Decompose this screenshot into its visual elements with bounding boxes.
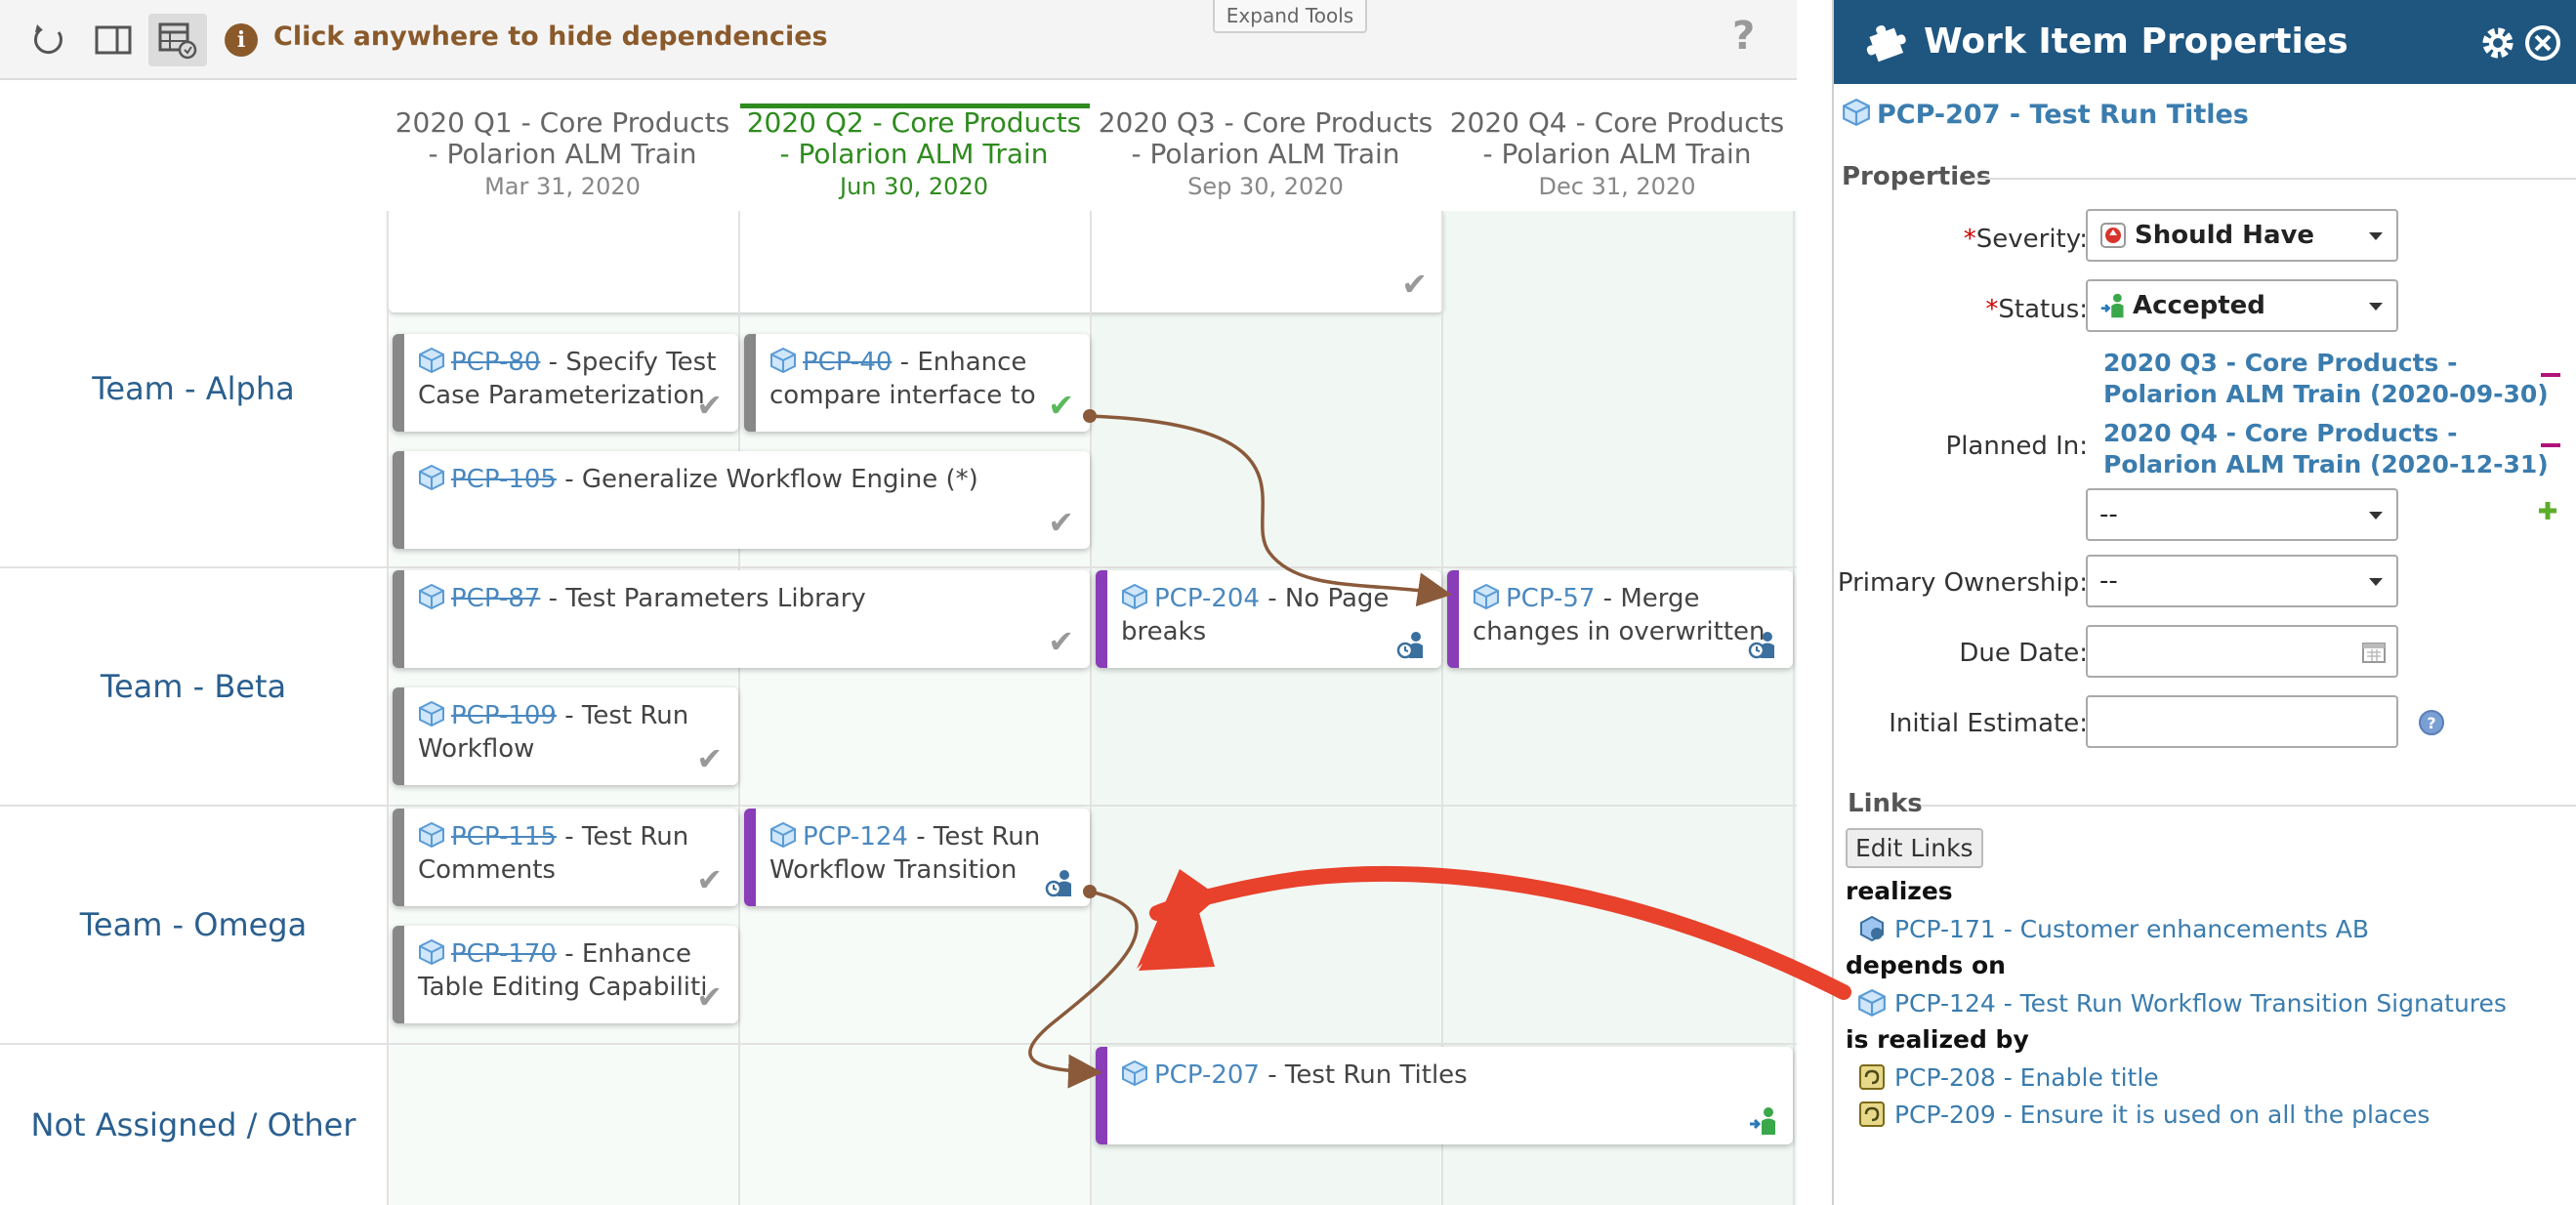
task-icon (1859, 1064, 1885, 1090)
due-date-label: Due Date: (1959, 639, 2088, 668)
column-title: 2020 Q3 - Core Products - Polarion ALM T… (1098, 106, 1433, 170)
chevron-down-icon (2369, 578, 2383, 586)
toggle-sidebar-button[interactable] (84, 14, 143, 66)
table-dependencies-icon (158, 22, 197, 60)
column-date: Sep 30, 2020 (1187, 173, 1344, 200)
dependencies-view-button[interactable] (148, 14, 207, 66)
expand-tools-button[interactable]: Expand Tools (1213, 0, 1367, 33)
column-header-q3[interactable]: 2020 Q3 - Core Products - Polarion ALM T… (1090, 107, 1441, 202)
panel-header: Work Item Properties (1834, 0, 2576, 84)
severity-label-text: Severity: (1975, 225, 2088, 254)
sidebar-panel-icon (95, 25, 132, 55)
depends-on-link[interactable]: PCP-124 - Test Run Workflow Transition S… (1857, 988, 2507, 1018)
chevron-down-icon (2369, 512, 2383, 519)
severity-select[interactable]: Should Have (2086, 209, 2398, 262)
column-header-q4[interactable]: 2020 Q4 - Core Products - Polarion ALM T… (1441, 107, 1793, 202)
realizes-label: realizes (1846, 877, 1953, 905)
planned-in-label: Planned In: (1945, 432, 2088, 461)
info-icon: i (225, 23, 258, 57)
close-icon[interactable] (2523, 23, 2562, 62)
severity-label: *Severity: (1963, 225, 2088, 254)
primary-ownership-select[interactable]: -- (2086, 555, 2398, 607)
accepted-status-icon (2100, 293, 2124, 318)
planned-in-select-value: -- (2099, 500, 2118, 529)
task-icon (1859, 1101, 1885, 1127)
severity-value: Should Have (2135, 221, 2315, 250)
primary-ownership-value: -- (2099, 566, 2118, 596)
realized-by-link-text: PCP-209 - Ensure it is used on all the p… (1893, 1101, 2431, 1129)
section-divider (1922, 805, 2576, 807)
realizes-link-text: PCP-171 - Customer enhancements AB (1893, 915, 2370, 943)
primary-ownership-label: Primary Ownership: (1837, 568, 2088, 598)
initial-estimate-field[interactable] (2086, 695, 2398, 748)
depends-on-link-text: PCP-124 - Test Run Workflow Transition S… (1893, 989, 2507, 1018)
edit-links-button[interactable]: Edit Links (1846, 828, 1983, 868)
selected-work-item-link[interactable]: PCP-207 - Test Run Titles (1842, 98, 2249, 130)
realized-by-link[interactable]: PCP-208 - Enable title (1857, 1062, 2159, 1092)
help-icon[interactable]: ? (1732, 14, 1755, 59)
work-item-cube-icon (1858, 988, 1886, 1018)
status-select[interactable]: Accepted (2086, 279, 2398, 332)
work-item-cube-icon (1843, 98, 1870, 127)
column-title: 2020 Q2 - Core Products - Polarion ALM T… (746, 106, 1082, 170)
gear-icon[interactable] (2478, 23, 2517, 62)
realized-by-label: is realized by (1846, 1025, 2029, 1054)
section-divider (1971, 178, 2576, 180)
selected-work-item-title: PCP-207 - Test Run Titles (1877, 100, 2249, 130)
realizes-link[interactable]: PCP-171 - Customer enhancements AB (1857, 914, 2369, 943)
column-date: Dec 31, 2020 (1538, 173, 1696, 200)
add-plus-icon[interactable] (2537, 500, 2558, 521)
column-header-q2[interactable]: 2020 Q2 - Core Products - Polarion ALM T… (738, 107, 1090, 202)
planning-board: ✔ Team - Alpha Team - Beta Team - Omega … (0, 211, 1797, 1205)
properties-section-header: Properties (1842, 162, 1992, 191)
chevron-down-icon (2369, 303, 2383, 311)
chevron-down-icon (2369, 232, 2383, 240)
planned-in-select[interactable]: -- (2086, 488, 2398, 541)
work-item-properties-panel: Work Item Properties PCP-207 - Test Run … (1832, 0, 2576, 1205)
dependencies-hint[interactable]: Click anywhere to hide dependencies (273, 21, 828, 52)
column-date: Mar 31, 2020 (484, 173, 641, 200)
refresh-icon (34, 24, 62, 55)
realized-by-link[interactable]: PCP-209 - Ensure it is used on all the p… (1857, 1100, 2430, 1129)
remove-planned-icon[interactable] (2541, 443, 2560, 447)
depends-on-label: depends on (1846, 951, 2006, 979)
status-label: *Status: (1985, 295, 2088, 324)
due-date-field[interactable] (2086, 625, 2398, 678)
planned-in-link[interactable]: 2020 Q3 - Core Products - Polarion ALM T… (2103, 348, 2553, 410)
refresh-button[interactable] (20, 14, 78, 66)
puzzle-icon (1866, 24, 1906, 62)
status-label-text: Status: (1998, 295, 2088, 324)
dependency-arrows (1028, 409, 1452, 1089)
links-section-header: Links (1848, 789, 1923, 818)
board-toolbar: i Click anywhere to hide dependencies Ex… (0, 0, 1797, 80)
column-title: 2020 Q4 - Core Products - Polarion ALM T… (1449, 106, 1785, 170)
column-header-q1[interactable]: 2020 Q1 - Core Products - Polarion ALM T… (387, 107, 738, 202)
column-title: 2020 Q1 - Core Products - Polarion ALM T… (395, 106, 730, 170)
realized-by-link-text: PCP-208 - Enable title (1893, 1063, 2159, 1092)
planned-in-link[interactable]: 2020 Q4 - Core Products - Polarion ALM T… (2103, 418, 2553, 480)
help-circle-icon[interactable]: ? (2418, 709, 2445, 736)
initial-estimate-label: Initial Estimate: (1889, 709, 2088, 738)
feature-icon (1860, 915, 1884, 942)
panel-title: Work Item Properties (1924, 21, 2348, 62)
column-date: Jun 30, 2020 (839, 173, 988, 200)
svg-text:?: ? (2427, 714, 2435, 732)
remove-planned-icon[interactable] (2541, 373, 2560, 377)
calendar-icon[interactable] (2361, 641, 2387, 664)
severity-priority-icon (2100, 223, 2126, 248)
status-value: Accepted (2133, 291, 2265, 320)
